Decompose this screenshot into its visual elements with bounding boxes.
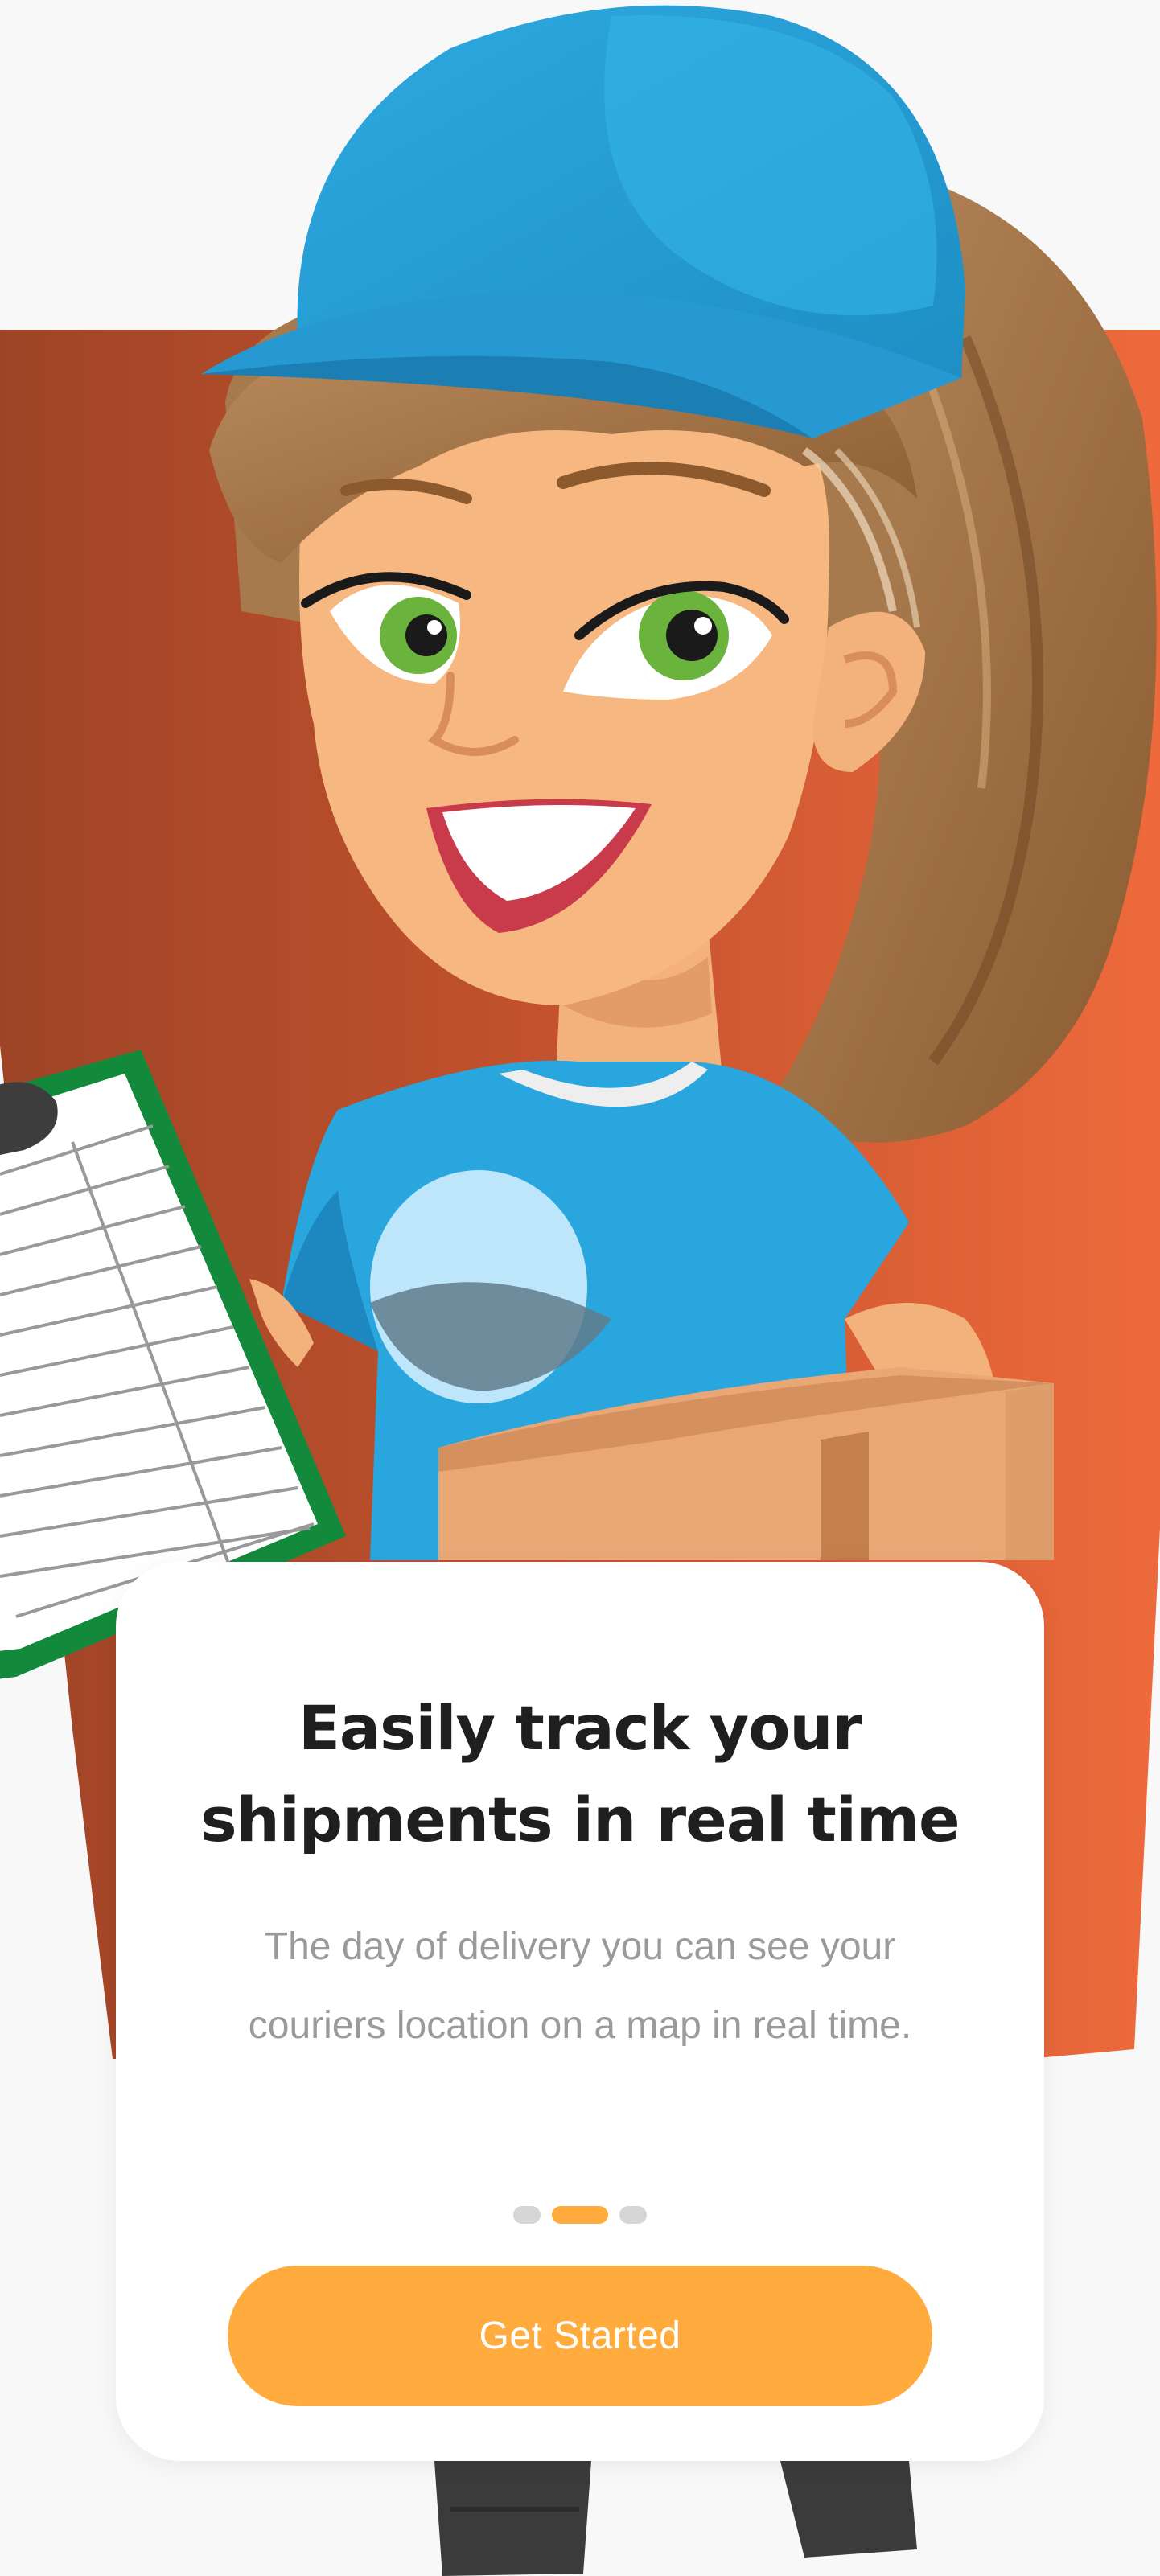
onboarding-description: The day of delivery you can see your cou… [248, 1925, 912, 2047]
page-indicator-dot[interactable] [619, 2206, 647, 2224]
page-indicator [0, 2205, 1160, 2225]
page-indicator-dot-active[interactable] [552, 2206, 608, 2224]
page-indicator-dot[interactable] [513, 2206, 541, 2224]
legs-illustration [434, 2461, 917, 2576]
onboarding-title: Easily track your shipments in real time [200, 1692, 960, 1855]
get-started-button[interactable]: Get Started [228, 2266, 932, 2406]
